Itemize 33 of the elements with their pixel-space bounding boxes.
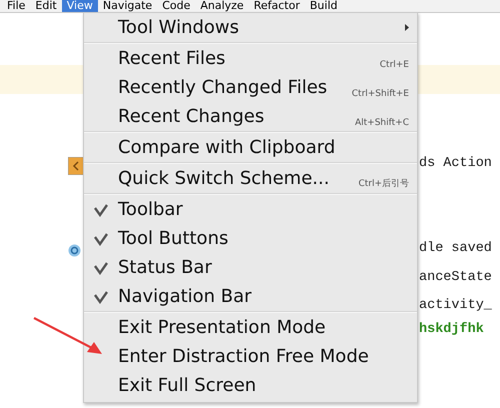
code-line: dle saved [419, 241, 492, 256]
menu-item[interactable]: Recent Files Ctrl+E [84, 44, 417, 73]
menu-item[interactable]: Status Bar [84, 253, 417, 282]
code-line: anceState [419, 270, 492, 285]
menu-item[interactable]: Recent Changes Alt+Shift+C [84, 102, 417, 131]
menu-item[interactable]: Edit [30, 0, 62, 12]
menu-item[interactable]: View [62, 0, 98, 12]
annotation-arrow [32, 316, 104, 356]
shortcut-label: Ctrl+Shift+E [352, 89, 409, 101]
menu-item[interactable]: Navigation Bar [84, 282, 417, 311]
menu-item[interactable]: Enter Distraction Free Mode [84, 342, 417, 371]
menu-item[interactable]: Toolbar [84, 195, 417, 224]
menu-item[interactable]: Analyze [195, 0, 249, 12]
menu-item[interactable]: Quick Switch Scheme... Ctrl+后引号 [84, 164, 417, 193]
menu-item[interactable]: Code [157, 0, 196, 12]
shortcut-label: Ctrl+E [380, 60, 409, 72]
shortcut-label: Alt+Shift+C [354, 118, 409, 130]
menu-item[interactable]: Tool Buttons [84, 224, 417, 253]
class-icon [68, 157, 84, 175]
method-icon [68, 244, 81, 257]
menu-item[interactable]: Exit Full Screen [84, 371, 417, 400]
menu-item[interactable]: File [2, 0, 30, 12]
menu-item[interactable]: Refactor [248, 0, 305, 12]
menu-item[interactable]: Tool Windows [84, 13, 417, 42]
code-line: ds Action [419, 156, 492, 171]
menu-item[interactable]: Compare with Clipboard [84, 133, 417, 162]
menu-item[interactable]: Navigate [98, 0, 158, 12]
menu-item[interactable]: Build [304, 0, 342, 12]
code-line: hskdjfhk [419, 322, 484, 337]
code-line: activity_ [419, 298, 492, 313]
menu-item[interactable]: Recently Changed Files Ctrl+Shift+E [84, 73, 417, 102]
menu-item[interactable]: Exit Presentation Mode [84, 313, 417, 342]
shortcut-label: Ctrl+后引号 [358, 178, 409, 191]
